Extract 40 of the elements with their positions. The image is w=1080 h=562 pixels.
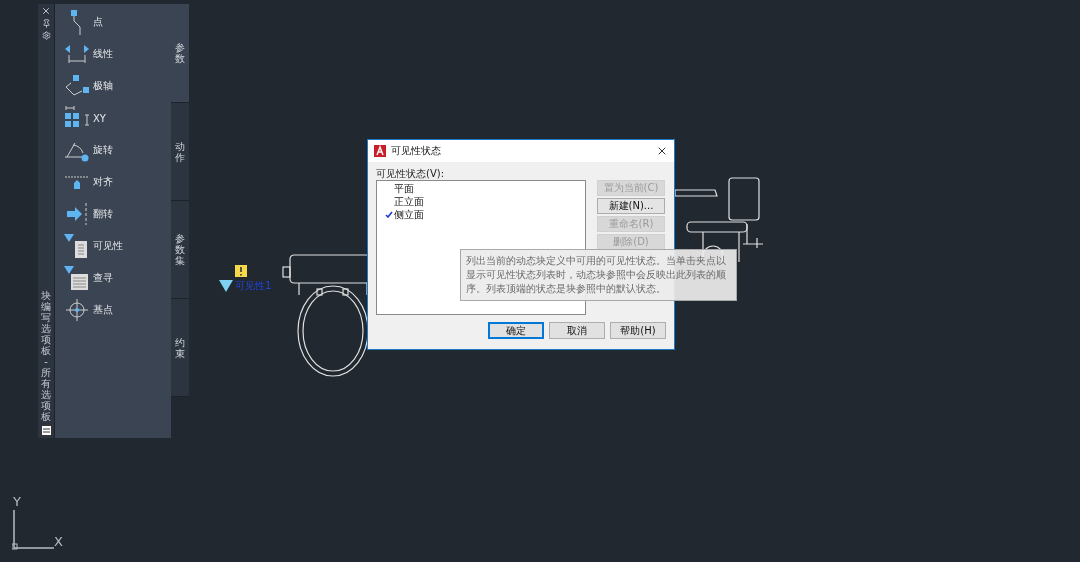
close-button[interactable]: [656, 145, 668, 157]
close-icon[interactable]: [41, 6, 51, 16]
x-axis-label: X: [54, 534, 63, 549]
palette-tool[interactable]: XY: [63, 104, 171, 132]
visibility-grip-icon[interactable]: [219, 280, 233, 292]
app-logo-icon: [374, 145, 386, 157]
dialog-button[interactable]: 确定: [488, 322, 544, 339]
palette-tool[interactable]: 对齐: [63, 168, 171, 196]
palette-tool[interactable]: 基点: [63, 296, 171, 324]
settings-icon[interactable]: [41, 31, 51, 40]
palette-tool[interactable]: 旋转: [63, 136, 171, 164]
side-button[interactable]: 新建(N)...: [597, 198, 665, 214]
palette-tab[interactable]: 约束: [171, 299, 189, 397]
tooltip: 列出当前的动态块定义中可用的可见性状态。当单击夹点以显示可见性状态列表时，动态块参照中会反映出此列表的顺序。列表顶端的状态是块参照中的默认状态。: [460, 249, 737, 301]
lookup-parameter-icon: [63, 265, 91, 291]
dialog-title: 可见性状态: [391, 144, 441, 158]
visibility-state-item[interactable]: 平面: [377, 182, 585, 195]
palette-tool[interactable]: 可见性: [63, 232, 171, 260]
pin-icon[interactable]: [41, 19, 51, 28]
parameter-label: 可见性1: [235, 279, 272, 293]
dialog-button[interactable]: 帮助(H): [610, 322, 666, 339]
visibility-state-item[interactable]: 侧立面: [377, 208, 585, 221]
y-axis-label: Y: [13, 494, 21, 509]
palette-tool[interactable]: 查寻: [63, 264, 171, 292]
palette-tab[interactable]: 参数: [171, 4, 189, 103]
list-label: 可见性状态(V):: [376, 168, 445, 180]
palette-tab[interactable]: 参数集: [171, 201, 189, 299]
palette-title: 块编写选项板 - 所有选项板: [41, 290, 51, 422]
palette-tool[interactable]: 翻转: [63, 200, 171, 228]
dialog-button[interactable]: 取消: [549, 322, 605, 339]
palette-tool[interactable]: 线性: [63, 40, 171, 68]
warning-icon: [235, 265, 247, 277]
point-parameter-icon: [71, 9, 83, 35]
palette-icon: [40, 425, 52, 436]
palette-tool[interactable]: 极轴: [63, 72, 171, 100]
ucs-axes-icon: [12, 510, 54, 550]
base-point-icon: [63, 297, 91, 323]
palette-tab[interactable]: 动作: [171, 103, 189, 201]
visibility-state-item[interactable]: 正立面: [377, 195, 585, 208]
palette-tool[interactable]: 点: [63, 8, 171, 36]
